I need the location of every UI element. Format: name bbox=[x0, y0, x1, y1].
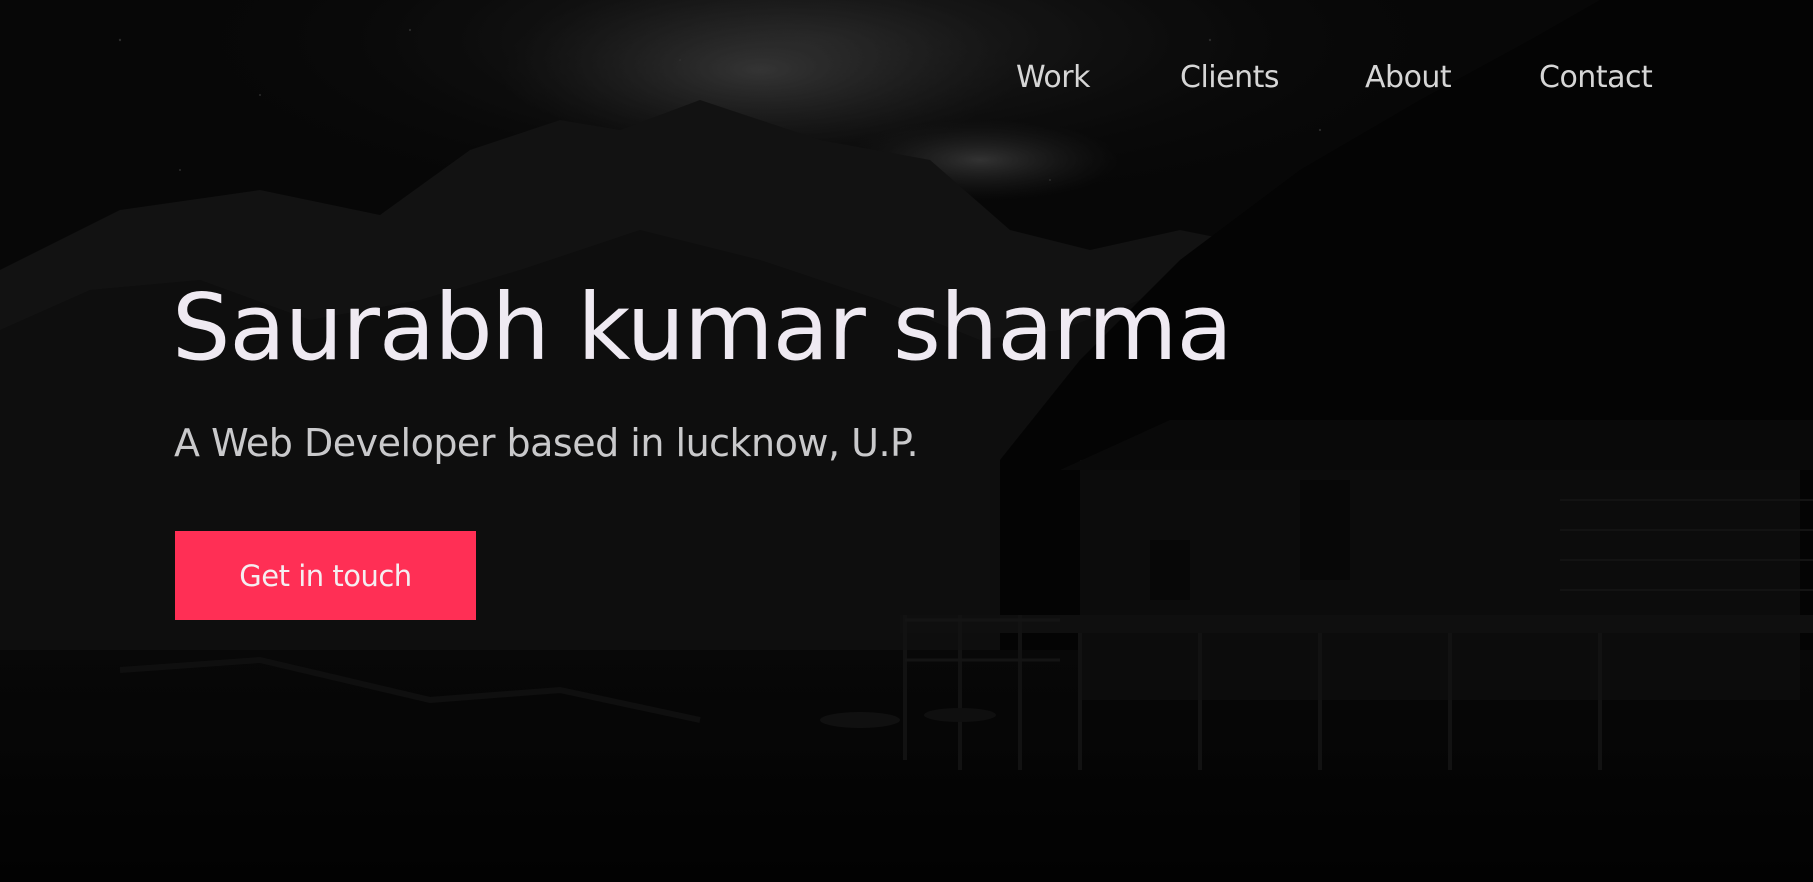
nav-link-work[interactable]: Work bbox=[1016, 60, 1090, 95]
hero-subtitle: A Web Developer based in lucknow, U.P. bbox=[174, 421, 919, 465]
hero-title: Saurabh kumar sharma bbox=[172, 274, 1233, 381]
get-in-touch-button[interactable]: Get in touch bbox=[175, 531, 476, 620]
nav-link-contact[interactable]: Contact bbox=[1539, 60, 1653, 95]
nav-link-about[interactable]: About bbox=[1365, 60, 1452, 95]
hero-section: Work Clients About Contact Saurabh kumar… bbox=[0, 0, 1813, 882]
main-nav: Work Clients About Contact bbox=[0, 60, 1813, 108]
nav-link-clients[interactable]: Clients bbox=[1180, 60, 1279, 95]
